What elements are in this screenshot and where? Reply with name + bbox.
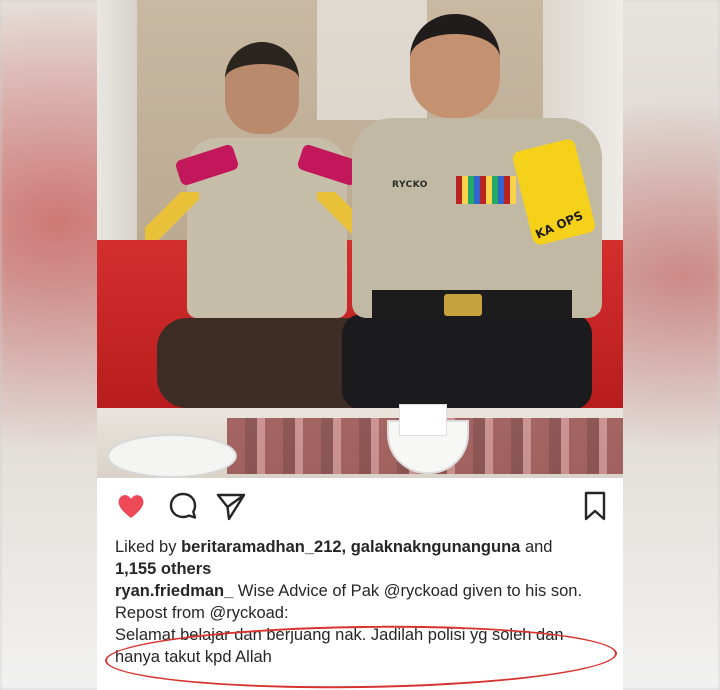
caption-username[interactable]: ryan.friedman_ bbox=[115, 582, 233, 600]
liked-users-link[interactable]: beritaramadhan_212, galaknakngunanguna bbox=[181, 538, 520, 556]
cadet-chevron-left bbox=[145, 192, 199, 240]
officer-belt-buckle bbox=[444, 294, 482, 316]
officer-nameplate: RYCKO bbox=[392, 180, 428, 190]
instagram-post: RYCKO KA OPS Liked by beritaramadhan_212… bbox=[97, 0, 623, 690]
send-icon[interactable] bbox=[215, 490, 247, 522]
officer-medals bbox=[456, 176, 516, 204]
tissue-card bbox=[399, 404, 447, 436]
comment-icon[interactable] bbox=[167, 490, 199, 522]
curtain-left bbox=[97, 0, 137, 250]
police-officer: RYCKO KA OPS bbox=[342, 14, 622, 410]
heart-icon[interactable] bbox=[115, 490, 147, 522]
post-photo[interactable]: RYCKO KA OPS bbox=[97, 0, 623, 478]
young-cadet bbox=[137, 42, 377, 408]
repost-line: Repost from @ryckoad: bbox=[115, 604, 289, 622]
cadet-head bbox=[225, 42, 299, 134]
plate bbox=[107, 434, 237, 478]
officer-head bbox=[410, 14, 500, 118]
liked-and: and bbox=[524, 538, 553, 556]
bookmark-icon[interactable] bbox=[579, 490, 611, 522]
liked-prefix: Liked by bbox=[115, 538, 177, 556]
likes-line-2: 1,155 others bbox=[115, 558, 611, 580]
liked-others-link[interactable]: 1,155 others bbox=[115, 560, 211, 578]
likes-line-1: Liked by beritaramadhan_212, galaknakngu… bbox=[115, 536, 611, 558]
action-bar bbox=[97, 490, 623, 524]
caption-line: ryan.friedman_ Wise Advice of Pak @rycko… bbox=[115, 580, 611, 602]
officer-legs bbox=[342, 314, 592, 410]
caption-text: Wise Advice of Pak @ryckoad given to his… bbox=[237, 582, 583, 600]
